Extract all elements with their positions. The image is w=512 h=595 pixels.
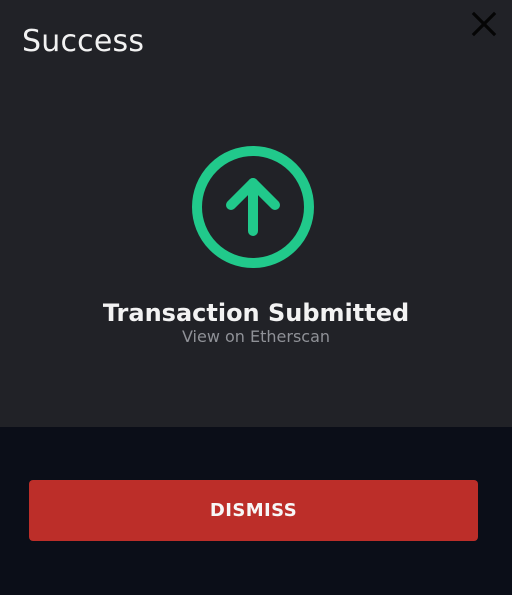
transaction-status-title: Transaction Submitted: [102, 299, 410, 327]
close-icon: [471, 11, 497, 37]
dismiss-button[interactable]: DISMISS: [29, 480, 478, 541]
close-button[interactable]: [468, 8, 500, 40]
transaction-status-dialog: Success Transaction Submitted View on Et…: [0, 0, 512, 595]
view-on-etherscan-link[interactable]: View on Etherscan: [0, 327, 512, 347]
arrow-up-circle-icon: [189, 144, 317, 272]
dialog-title: Success: [22, 24, 145, 59]
